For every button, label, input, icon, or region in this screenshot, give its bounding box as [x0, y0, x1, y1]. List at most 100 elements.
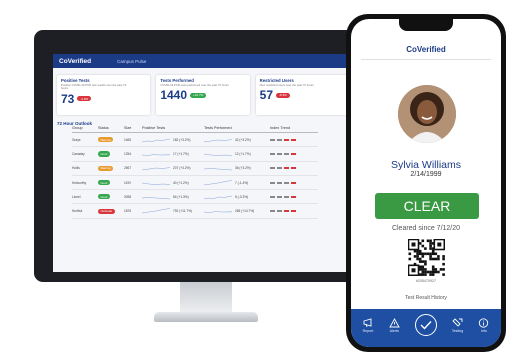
cell-positive-value: 40 (+1.2%)	[173, 180, 189, 185]
cell-group: Hollis	[72, 166, 80, 171]
cell-group: Holworthy	[72, 180, 87, 185]
cell-size: 1254	[124, 151, 132, 156]
table-row[interactable]: Holworthy Good 1190 40 (+1.2%) 7 (-1.4%)	[72, 176, 318, 191]
summary-cards: Positive Tests Positive COVID-19 PCR tes…	[53, 68, 353, 115]
trend-bar	[291, 152, 296, 155]
status-badge: Outbreak	[98, 208, 115, 214]
cell-group: Grays	[72, 137, 81, 142]
cell-positive-tests: 17 (+1.7%)	[142, 151, 204, 157]
cell-status: Good	[98, 179, 124, 186]
cell-positive-tests: 207 (+3.2%)	[142, 165, 204, 171]
sparkline-icon	[142, 208, 170, 214]
cell-positive-value: 792 (+11.7%)	[173, 209, 192, 214]
table-header: Group Status Size Positive Tests Tests P…	[72, 124, 318, 133]
sparkline-icon	[142, 167, 170, 171]
trend-bar	[270, 138, 275, 141]
trend-bar	[291, 138, 296, 141]
cleared-since-text: Cleared since 7/12/20	[391, 225, 461, 232]
sparkline-icon	[142, 182, 170, 185]
tab-alerts[interactable]: Alerts	[388, 317, 400, 333]
trend-bar	[284, 195, 289, 198]
table-row[interactable]: Canaday Good 1254 17 (+1.7%) 12 (+1.7%)	[72, 147, 318, 162]
alert-icon	[388, 317, 400, 327]
cell-size: 2567	[124, 166, 132, 171]
trend-bar	[277, 138, 282, 141]
cell-index-trend	[270, 138, 318, 141]
table-row[interactable]: Lionel Good 3098 54 (+1.3%) 5 (-3.3%)	[72, 190, 318, 205]
qr-code[interactable]	[407, 238, 446, 277]
cell-positive-tests: 54 (+1.3%)	[142, 194, 204, 200]
cell-size: 1876	[124, 209, 132, 214]
cell-group: Hurlbut	[72, 209, 83, 214]
cell-tests-performed: 42 (+3.2%)	[204, 137, 270, 143]
card-tests-performed[interactable]: Tests Performed COVID-19 PCR tests perfo…	[156, 75, 250, 115]
header-group[interactable]: Group	[72, 126, 98, 130]
status-badge: Warning	[98, 165, 114, 171]
tab-label: Testing	[451, 328, 464, 333]
trend-bar	[277, 195, 282, 198]
cell-positive-tests: 182 (+3.2%)	[142, 137, 204, 143]
header-index-trend[interactable]: Index Trend	[270, 126, 318, 130]
user-dob: 2/14/1999	[410, 171, 442, 178]
card-subtitle: New restricted users over the past 72 ho…	[259, 83, 314, 87]
header-status[interactable]: Status	[98, 126, 124, 130]
card-restricted-users[interactable]: Restricted Users New restricted users ov…	[255, 75, 349, 115]
table-body: Grays Warning 1465 182 (+3.2%) 42 (+3.2%) Can…	[72, 133, 318, 219]
monitor-stand-base	[154, 312, 258, 322]
trend-bar	[291, 210, 296, 213]
sparkline-icon	[204, 138, 232, 142]
card-value: 1440	[160, 88, 188, 103]
cell-tests-performed: 7 (-1.4%)	[204, 179, 270, 186]
cell-tests-performed: 265 (+14.7%)	[204, 208, 270, 214]
cell-group: Lionel	[72, 194, 81, 199]
tab-label: Alerts	[389, 328, 399, 333]
cell-positive-tests: 792 (+11.7%)	[142, 208, 204, 214]
cell-status: Good	[98, 151, 124, 157]
cell-index-trend	[270, 167, 318, 170]
sparkline-icon	[204, 179, 232, 185]
sparkline-icon	[204, 168, 232, 171]
table-row[interactable]: Hurlbut Outbreak 1876 792 (+11.7%) 265 (+14.…	[72, 204, 318, 219]
info-icon	[479, 317, 489, 328]
tab-bar: Report Alerts Testing Info	[351, 309, 501, 347]
cell-size: 3098	[124, 194, 132, 199]
test-result-history-link[interactable]: Test Result History	[351, 295, 501, 301]
header-positive-tests[interactable]: Positive Tests	[142, 126, 204, 130]
header-tests-performed[interactable]: Tests Performed	[204, 126, 270, 130]
tab-info[interactable]: Info	[478, 317, 489, 333]
status-badge: Good	[98, 179, 110, 186]
status-badge: Good	[98, 151, 110, 157]
trend-bar	[284, 167, 289, 170]
monitor-stand-neck	[180, 282, 232, 314]
tab-testing[interactable]: Testing	[451, 317, 464, 333]
marketing-scene: CoVerified Campus Pulse Positive Tests P…	[0, 0, 510, 354]
tab-home-check[interactable]	[414, 314, 437, 336]
card-value: 73	[61, 91, 75, 106]
tab-report[interactable]: Report	[363, 317, 374, 333]
trend-bar	[277, 210, 282, 213]
trend-bar	[277, 181, 282, 184]
table-row[interactable]: Hollis Warning 2567 207 (+3.2%) 36 (+3.2%)	[72, 162, 318, 176]
cell-tests-value: 36 (+3.2%)	[235, 166, 251, 171]
cell-index-trend	[270, 181, 318, 184]
cell-index-trend	[270, 210, 318, 213]
cell-positive-tests: 40 (+1.2%)	[142, 180, 204, 186]
card-positive-tests[interactable]: Positive Tests Positive COVID-19 PCR tes…	[57, 75, 151, 115]
header-size[interactable]: Size	[124, 126, 142, 130]
cell-status: Warning	[98, 165, 124, 171]
change-badge: -3.8%	[77, 96, 92, 102]
mobile-phone: CoVerified Sylvia Williams 2/14/1999 CLE…	[346, 14, 506, 352]
cell-status: Outbreak	[98, 208, 124, 214]
status-badge: Warning	[98, 137, 114, 143]
status-badge: CLEAR	[375, 193, 479, 219]
sparkline-icon	[142, 154, 170, 156]
app-logo[interactable]: CoVerified	[59, 58, 91, 65]
table-row[interactable]: Grays Warning 1465 182 (+3.2%) 42 (+3.2%)	[72, 133, 318, 148]
cell-tests-value: 7 (-1.4%)	[235, 180, 249, 185]
outlook-table: Group Status Size Positive Tests Tests P…	[72, 124, 318, 219]
cell-tests-value: 12 (+1.7%)	[235, 151, 251, 156]
cell-size: 1190	[124, 180, 131, 185]
nav-campus-pulse[interactable]: Campus Pulse	[117, 59, 146, 64]
trend-bar	[291, 195, 296, 198]
avatar-portrait-icon	[398, 85, 456, 143]
